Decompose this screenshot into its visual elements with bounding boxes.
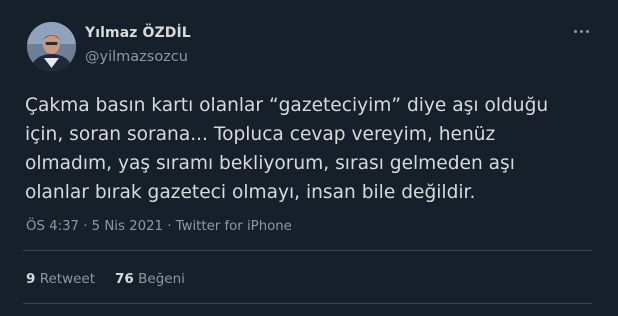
- likes-count: 76: [115, 271, 134, 287]
- divider-top: [23, 250, 592, 251]
- avatar-image: [27, 22, 76, 71]
- divider-bottom: [23, 303, 592, 304]
- likes-stat[interactable]: 76 Beğeni: [115, 271, 185, 287]
- avatar[interactable]: [27, 22, 76, 71]
- tweet-text: Çakma basın kartı olanlar “gazeteciyim” …: [25, 95, 549, 203]
- retweets-stat[interactable]: 9 Retweet: [26, 271, 95, 287]
- likes-label: Beğeni: [138, 271, 185, 287]
- tweet-timestamp-source[interactable]: ÖS 4:37 · 5 Nis 2021 · Twitter for iPhon…: [26, 219, 292, 234]
- tweet-card: Yılmaz ÖZDİL @yilmazsozcu Çakma basın ka…: [0, 0, 618, 316]
- tweet-stats: 9 Retweet 76 Beğeni: [26, 271, 185, 287]
- retweets-count: 9: [26, 271, 36, 287]
- user-display-name[interactable]: Yılmaz ÖZDİL: [85, 25, 191, 41]
- more-horizontal-icon[interactable]: [572, 28, 590, 36]
- retweets-label: Retweet: [39, 271, 96, 287]
- user-handle[interactable]: @yilmazsozcu: [85, 49, 188, 65]
